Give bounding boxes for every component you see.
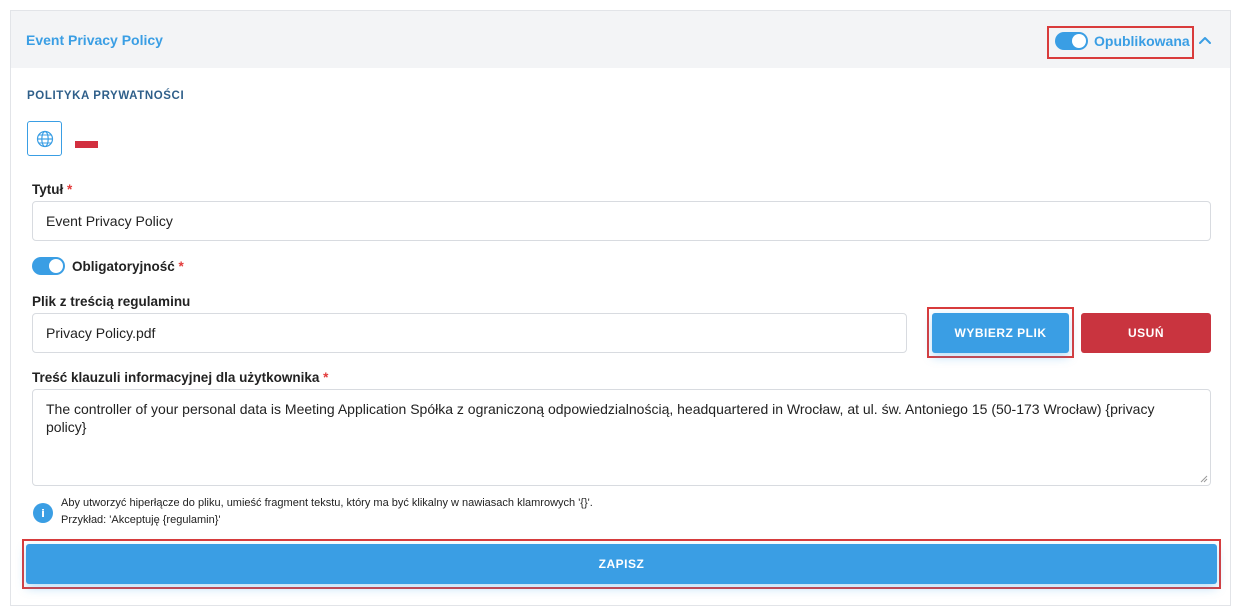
mandatory-toggle[interactable] bbox=[32, 257, 65, 275]
globe-icon bbox=[36, 130, 53, 147]
mandatory-label: Obligatoryjność * bbox=[72, 259, 184, 274]
info-text-line2: Przykład: 'Akceptuję {regulamin}' bbox=[61, 514, 221, 526]
section-title: POLITYKA PRYWATNOŚCI bbox=[27, 90, 185, 102]
toggle-knob bbox=[1072, 34, 1086, 48]
toggle-knob bbox=[49, 259, 63, 273]
panel-header[interactable]: Event Privacy Policy Opublikowana bbox=[11, 11, 1230, 68]
resize-grip-icon[interactable] bbox=[1200, 475, 1208, 483]
privacy-policy-panel: Event Privacy Policy Opublikowana POLITY… bbox=[10, 10, 1231, 606]
choose-file-button[interactable]: WYBIERZ PLIK bbox=[932, 313, 1069, 353]
clause-label-text: Treść klauzuli informacyjnej dla użytkow… bbox=[32, 370, 320, 385]
required-mark: * bbox=[67, 182, 73, 197]
chevron-up-icon[interactable] bbox=[1197, 32, 1213, 48]
title-input[interactable]: Event Privacy Policy bbox=[32, 201, 1211, 241]
required-mark: * bbox=[323, 370, 329, 385]
language-globe-button[interactable] bbox=[27, 121, 62, 156]
clause-textarea[interactable]: The controller of your personal data is … bbox=[32, 389, 1211, 486]
info-icon: i bbox=[33, 503, 53, 523]
info-text-line1: Aby utworzyć hiperłącze do pliku, umieść… bbox=[61, 497, 593, 509]
mandatory-label-text: Obligatoryjność bbox=[72, 259, 175, 274]
panel-title: Event Privacy Policy bbox=[26, 32, 163, 48]
pl-flag-icon[interactable] bbox=[75, 141, 98, 148]
save-button[interactable]: ZAPISZ bbox=[26, 544, 1217, 584]
clause-field-label: Treść klauzuli informacyjnej dla użytkow… bbox=[32, 370, 328, 385]
published-toggle[interactable] bbox=[1055, 32, 1088, 50]
file-name-input[interactable]: Privacy Policy.pdf bbox=[32, 313, 907, 353]
title-label-text: Tytuł bbox=[32, 182, 64, 197]
required-mark: * bbox=[178, 259, 184, 274]
file-field-label: Plik z treścią regulaminu bbox=[32, 294, 191, 309]
clause-text: The controller of your personal data is … bbox=[46, 401, 1155, 435]
remove-file-button[interactable]: USUŃ bbox=[1081, 313, 1211, 353]
published-label: Opublikowana bbox=[1094, 33, 1190, 49]
title-field-label: Tytuł * bbox=[32, 182, 72, 197]
